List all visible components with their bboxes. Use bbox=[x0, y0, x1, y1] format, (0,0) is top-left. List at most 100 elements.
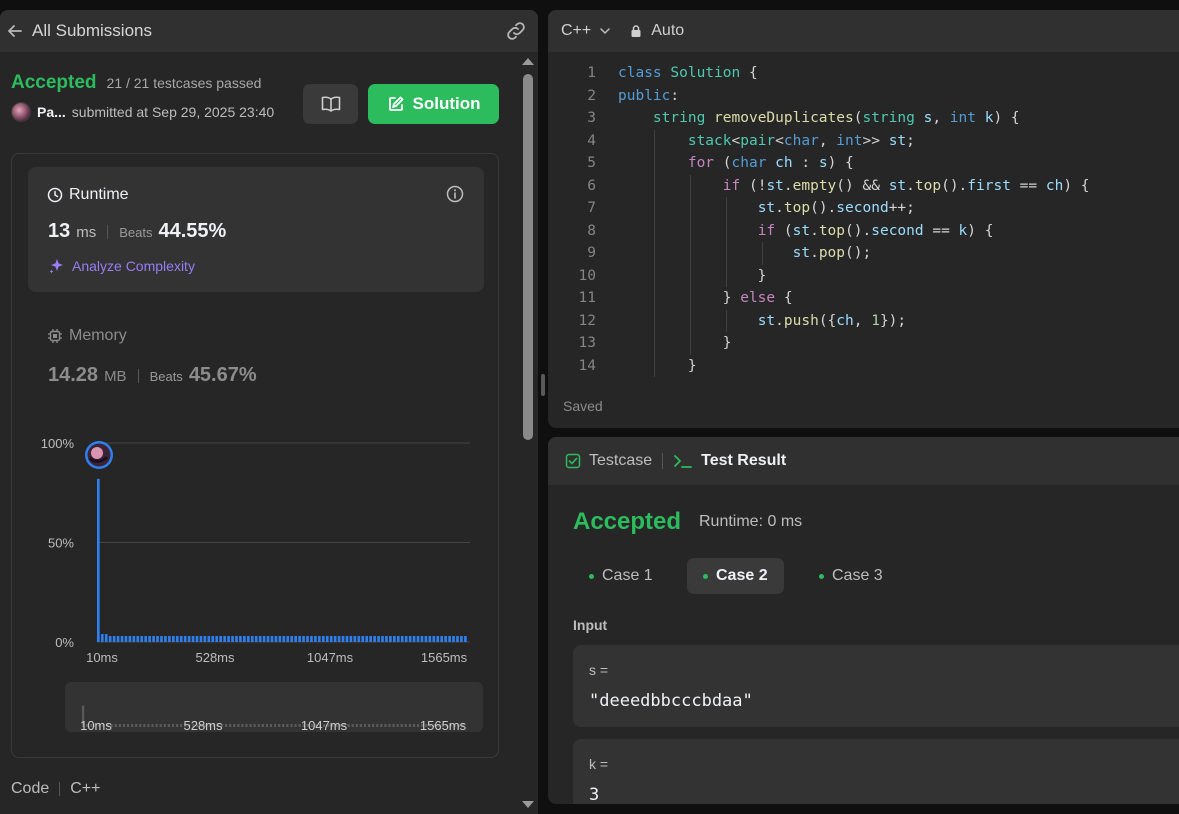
chart-bar[interactable] bbox=[168, 636, 171, 642]
chart-bar[interactable] bbox=[306, 636, 309, 642]
panel-divider[interactable] bbox=[538, 10, 548, 814]
chart-bar[interactable] bbox=[298, 636, 301, 642]
chart-bar[interactable] bbox=[440, 636, 444, 642]
chart-bar[interactable] bbox=[282, 636, 286, 642]
case-tab-3[interactable]: Case 3 bbox=[803, 558, 899, 594]
chart-bar[interactable] bbox=[373, 636, 376, 642]
chart-bar[interactable] bbox=[144, 636, 148, 642]
chart-bar[interactable] bbox=[408, 636, 412, 642]
chart-bar[interactable] bbox=[262, 636, 266, 642]
chevron-down-icon[interactable] bbox=[599, 25, 611, 37]
chart-bar[interactable] bbox=[337, 636, 341, 642]
range-selector[interactable]: 10ms 528ms 1047ms 1565ms bbox=[65, 682, 483, 733]
input-k-box[interactable]: k = 3 bbox=[573, 739, 1179, 804]
chart-bar[interactable] bbox=[243, 636, 246, 642]
chart-bar[interactable] bbox=[353, 636, 357, 642]
chart-bar[interactable] bbox=[148, 636, 151, 642]
chart-bar[interactable] bbox=[436, 636, 440, 642]
chart-bar[interactable] bbox=[278, 636, 282, 642]
chart-bar[interactable] bbox=[329, 636, 333, 642]
chart-bar[interactable] bbox=[235, 636, 238, 642]
chart-bar[interactable] bbox=[318, 636, 321, 642]
chart-bar[interactable] bbox=[456, 636, 459, 642]
chart-bar[interactable] bbox=[112, 636, 116, 642]
chart-bar[interactable] bbox=[116, 636, 120, 642]
chart-bar[interactable] bbox=[369, 636, 372, 642]
chart-bar[interactable] bbox=[179, 636, 183, 642]
chart-bar[interactable] bbox=[361, 636, 365, 642]
chart-bar[interactable] bbox=[227, 636, 230, 642]
chart-bar[interactable] bbox=[231, 636, 234, 642]
scrollbar[interactable] bbox=[519, 52, 537, 814]
chart-bar[interactable] bbox=[294, 636, 297, 642]
chart-bar[interactable] bbox=[341, 636, 345, 642]
chart-bar[interactable] bbox=[385, 636, 388, 642]
chart-bar[interactable] bbox=[389, 636, 392, 642]
chart-bar[interactable] bbox=[464, 636, 467, 642]
resize-handle[interactable] bbox=[541, 374, 545, 396]
chart-bar[interactable] bbox=[120, 636, 124, 642]
chart-bar[interactable] bbox=[412, 636, 416, 642]
chart-bar[interactable] bbox=[156, 636, 159, 642]
chart-bar[interactable] bbox=[381, 636, 384, 642]
chart-bar[interactable] bbox=[104, 634, 108, 642]
chart-bar[interactable] bbox=[175, 636, 179, 642]
scroll-down-icon[interactable] bbox=[522, 801, 534, 808]
chart-bar[interactable] bbox=[448, 636, 451, 642]
chart-bar[interactable] bbox=[191, 636, 195, 642]
chart-bar[interactable] bbox=[333, 636, 337, 642]
chart-bar[interactable] bbox=[100, 634, 104, 642]
chart-bar[interactable] bbox=[266, 636, 270, 642]
user-position-avatar[interactable] bbox=[85, 441, 113, 469]
chart-bar[interactable] bbox=[290, 636, 294, 642]
chart-bar[interactable] bbox=[396, 636, 400, 642]
chart-bar[interactable] bbox=[420, 636, 424, 642]
chart-bar[interactable] bbox=[199, 636, 203, 642]
chart-bar[interactable] bbox=[365, 636, 369, 642]
chart-bar[interactable] bbox=[274, 636, 278, 642]
chart-bar[interactable] bbox=[444, 636, 447, 642]
chart-bar[interactable] bbox=[432, 636, 436, 642]
chart-bar[interactable] bbox=[321, 636, 325, 642]
chart-bar[interactable] bbox=[428, 636, 432, 642]
chart-bar[interactable] bbox=[404, 636, 408, 642]
chart-bar[interactable] bbox=[239, 636, 242, 642]
chart-bar[interactable] bbox=[195, 636, 199, 642]
chart-bar[interactable] bbox=[314, 636, 317, 642]
chart-bar[interactable] bbox=[424, 636, 428, 642]
chart-bar[interactable] bbox=[164, 636, 167, 642]
chart-bar[interactable] bbox=[377, 636, 380, 642]
chart-bar[interactable] bbox=[108, 636, 112, 642]
chart-bar[interactable] bbox=[246, 636, 250, 642]
chart-bar[interactable] bbox=[128, 636, 132, 642]
chart-bar[interactable] bbox=[97, 478, 100, 642]
chart-bar[interactable] bbox=[223, 636, 226, 642]
tab-testcase[interactable]: Testcase bbox=[565, 452, 652, 470]
chart-bar[interactable] bbox=[452, 636, 455, 642]
chart-bar[interactable] bbox=[152, 636, 155, 642]
chart-bar[interactable] bbox=[349, 636, 353, 642]
chart-bar[interactable] bbox=[203, 636, 207, 642]
chart-bar[interactable] bbox=[250, 636, 254, 642]
chart-bar[interactable] bbox=[416, 636, 420, 642]
chart-bar[interactable] bbox=[393, 636, 396, 642]
chart-bar[interactable] bbox=[160, 636, 163, 642]
chart-bar[interactable] bbox=[310, 636, 313, 642]
chart-bar[interactable] bbox=[460, 636, 463, 642]
chart-bar[interactable] bbox=[136, 636, 140, 642]
chart-bar[interactable] bbox=[187, 636, 191, 642]
scroll-up-icon[interactable] bbox=[522, 58, 534, 65]
chart-bar[interactable] bbox=[286, 636, 290, 642]
chart-bar[interactable] bbox=[183, 636, 187, 642]
chart-bar[interactable] bbox=[207, 636, 211, 642]
chart-bar[interactable] bbox=[132, 636, 136, 642]
auto-mode[interactable]: Auto bbox=[651, 22, 684, 40]
chart-bar[interactable] bbox=[400, 636, 404, 642]
chart-bar[interactable] bbox=[258, 636, 262, 642]
chart-bar[interactable] bbox=[215, 636, 219, 642]
chart-bar[interactable] bbox=[302, 636, 305, 642]
language-select[interactable]: C++ bbox=[561, 22, 591, 40]
scroll-thumb[interactable] bbox=[523, 74, 533, 440]
chart-bar[interactable] bbox=[270, 636, 274, 642]
chart-bar[interactable] bbox=[211, 636, 215, 642]
